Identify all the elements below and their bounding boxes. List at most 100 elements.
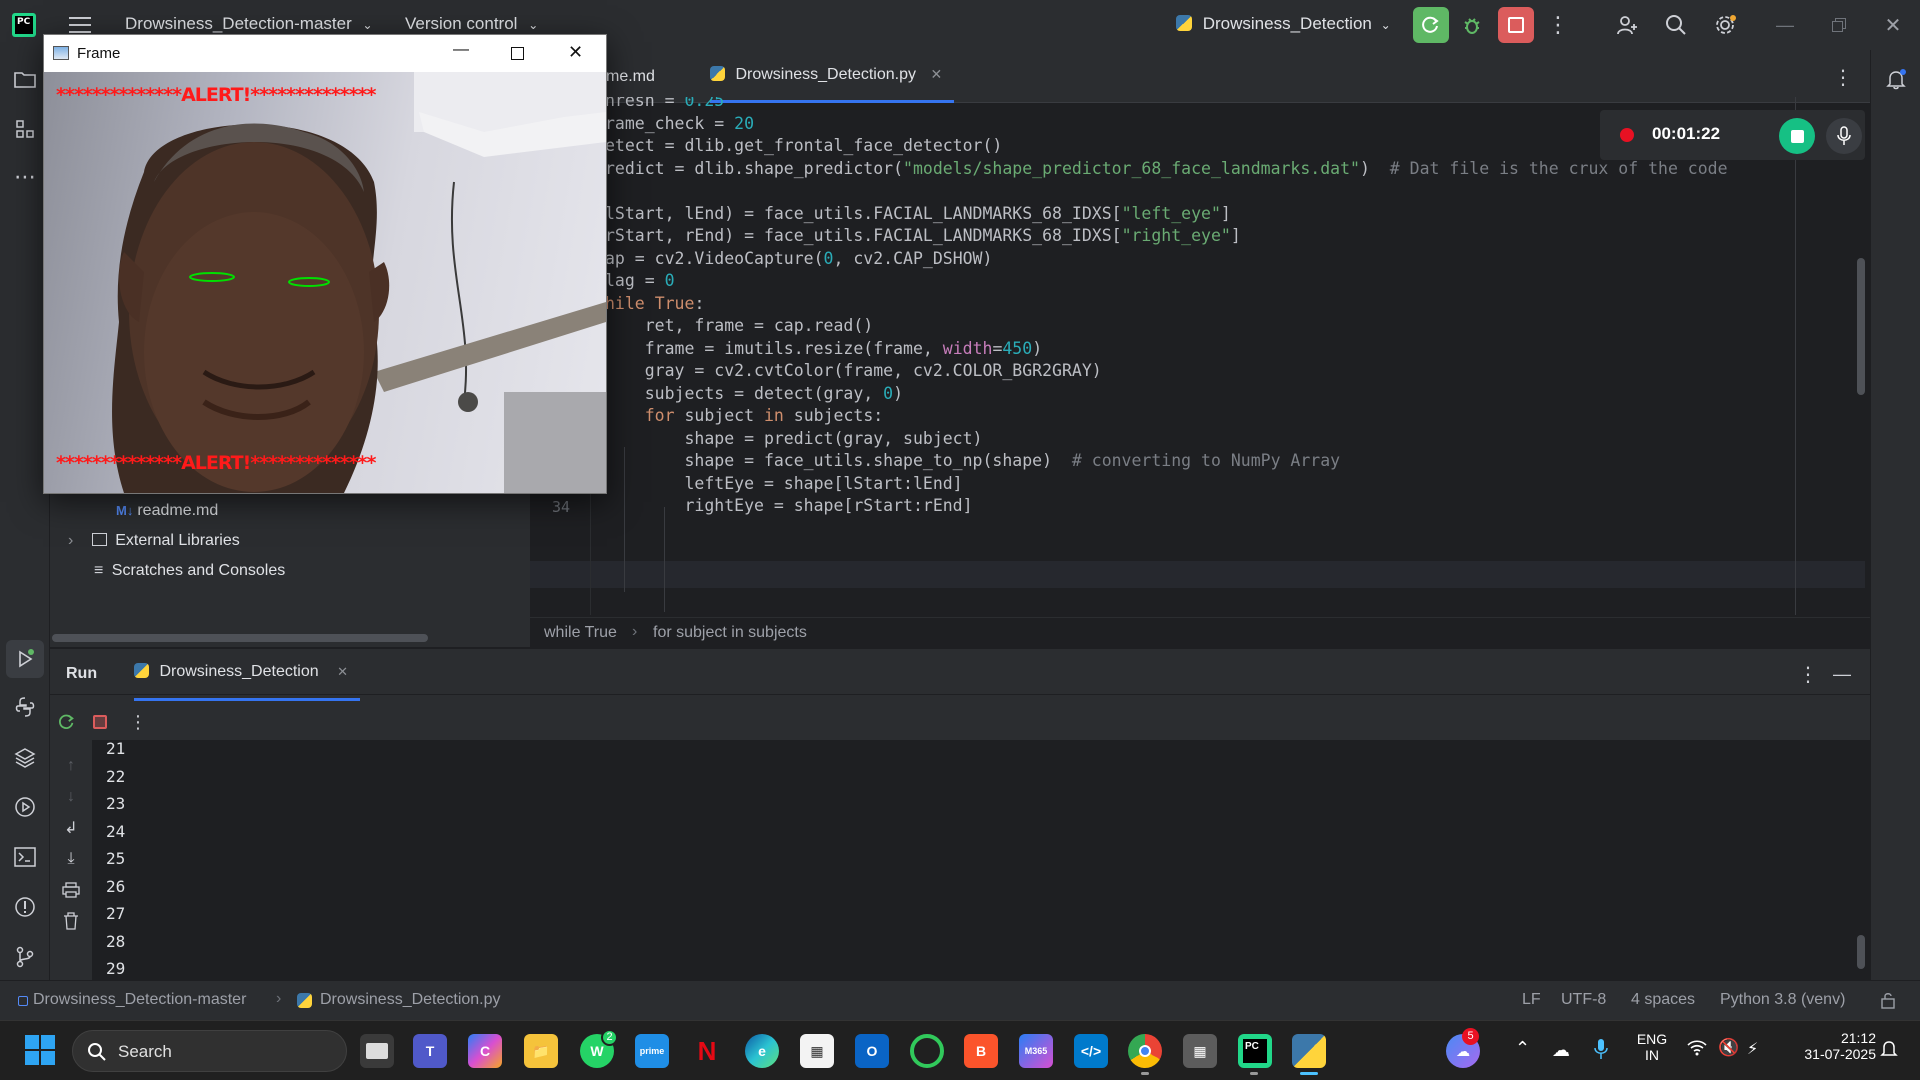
copilot-icon[interactable]: C bbox=[468, 1034, 502, 1068]
editor-options-icon[interactable]: ⋮ bbox=[1830, 62, 1856, 92]
chrome-icon[interactable] bbox=[1128, 1034, 1162, 1068]
restore-window-icon[interactable] bbox=[1824, 10, 1854, 40]
close-tab-icon[interactable]: ✕ bbox=[930, 66, 942, 82]
python-console-icon[interactable] bbox=[10, 692, 40, 722]
encoding-indicator[interactable]: UTF-8 bbox=[1561, 991, 1606, 1009]
scroll-down-icon[interactable]: ↓ bbox=[59, 786, 83, 808]
teams-icon[interactable]: T bbox=[413, 1034, 447, 1068]
show-hidden-icons-icon[interactable]: ⌃ bbox=[1515, 1038, 1530, 1059]
clear-trash-icon[interactable] bbox=[59, 910, 83, 932]
rerun-button[interactable] bbox=[1413, 7, 1449, 43]
code-line[interactable]: 30 for subject in subjects: bbox=[530, 406, 1860, 428]
debug-icon[interactable] bbox=[1457, 10, 1487, 40]
code-line[interactable]: lag = 0 bbox=[530, 271, 1860, 293]
line-separator-indicator[interactable]: LF bbox=[1522, 991, 1541, 1009]
opencv-frame-window[interactable]: Frame — ✕ **************ALERT!**********… bbox=[43, 34, 607, 494]
stop-button[interactable] bbox=[1498, 7, 1534, 43]
outlook-icon[interactable]: O bbox=[855, 1034, 889, 1068]
netflix-icon[interactable]: N bbox=[690, 1034, 724, 1068]
pycharm-logo-icon[interactable]: PC bbox=[12, 13, 36, 37]
edge-icon[interactable]: e bbox=[745, 1034, 779, 1068]
minimize-window-icon[interactable]: — bbox=[1770, 10, 1800, 40]
hide-panel-icon[interactable]: — bbox=[1830, 661, 1854, 687]
code-line[interactable]: 33 leftEye = shape[lStart:lEnd] bbox=[530, 474, 1860, 496]
more-tools-icon[interactable]: ⋯ bbox=[10, 162, 40, 192]
microphone-tray-icon[interactable] bbox=[1594, 1038, 1608, 1065]
chevron-right-icon[interactable]: › bbox=[68, 532, 73, 549]
tab-readme[interactable]: me.md bbox=[606, 68, 655, 86]
code-line[interactable] bbox=[530, 181, 1860, 203]
code-line[interactable]: 32 shape = face_utils.shape_to_np(shape)… bbox=[530, 451, 1860, 473]
close-window-icon[interactable]: ✕ bbox=[1878, 10, 1908, 40]
structure-icon[interactable] bbox=[10, 114, 40, 144]
indent-indicator[interactable]: 4 spaces bbox=[1631, 991, 1695, 1009]
language-indicator[interactable]: ENG IN bbox=[1634, 1031, 1670, 1063]
settings-gear-icon[interactable] bbox=[1710, 10, 1740, 40]
problems-icon[interactable] bbox=[10, 892, 40, 922]
status-path-file[interactable]: Drowsiness_Detection.py bbox=[320, 991, 501, 1009]
microsoft-store-icon[interactable]: ▦ bbox=[800, 1034, 834, 1068]
run-tool-icon[interactable] bbox=[6, 640, 44, 678]
editor-scrollbar[interactable] bbox=[1857, 258, 1865, 395]
notification-center-icon[interactable] bbox=[1880, 1039, 1898, 1064]
run-config-selector[interactable]: Drowsiness_Detection ⌄ bbox=[1176, 14, 1391, 34]
volume-muted-icon[interactable]: 🔇 bbox=[1718, 1038, 1739, 1058]
project-selector[interactable]: Drowsiness_Detection-master ⌄ bbox=[125, 14, 373, 34]
m365-copilot-icon[interactable]: M365 bbox=[1019, 1034, 1053, 1068]
run-tab-drowsiness-detection[interactable]: Drowsiness_Detection ✕ bbox=[134, 663, 360, 701]
rerun-icon[interactable] bbox=[54, 709, 80, 735]
stop-run-icon[interactable] bbox=[87, 709, 113, 735]
onedrive-icon[interactable]: ☁ bbox=[1552, 1040, 1570, 1061]
code-line[interactable]: lStart, lEnd) = face_utils.FACIAL_LANDMA… bbox=[530, 204, 1860, 226]
code-line[interactable]: 31 shape = predict(gray, subject) bbox=[530, 429, 1860, 451]
notifications-bell-icon[interactable] bbox=[1881, 64, 1911, 94]
scroll-to-end-icon[interactable]: ⤓ bbox=[59, 848, 83, 870]
add-user-icon[interactable] bbox=[1612, 10, 1642, 40]
code-line[interactable]: subjects = detect(gray, 0) bbox=[530, 384, 1860, 406]
code-line[interactable]: gray = cv2.cvtColor(frame, cv2.COLOR_BGR… bbox=[530, 361, 1860, 383]
calculator-icon[interactable]: ▦ bbox=[1183, 1034, 1217, 1068]
project-item-external-libraries[interactable]: › External Libraries bbox=[68, 532, 240, 550]
frame-titlebar[interactable]: Frame — ✕ bbox=[44, 35, 606, 72]
project-folder-icon[interactable] bbox=[10, 64, 40, 94]
breadcrumb-item[interactable]: for subject in subjects bbox=[653, 624, 807, 642]
scroll-up-icon[interactable]: ↑ bbox=[59, 755, 83, 777]
lock-icon[interactable] bbox=[1880, 991, 1896, 1014]
breadcrumb-item[interactable]: while True bbox=[544, 624, 617, 642]
code-line[interactable]: frame = imutils.resize(frame, width=450) bbox=[530, 339, 1860, 361]
code-area[interactable]: hresh = 0.25 rame_check = 20 etect = dlib.… bbox=[530, 97, 1870, 615]
project-item-readme[interactable]: M↓ readme.md bbox=[116, 502, 218, 520]
frame-close-icon[interactable]: ✕ bbox=[568, 42, 583, 63]
project-item-scratches[interactable]: ≡ Scratches and Consoles bbox=[94, 562, 285, 580]
services-icon[interactable] bbox=[10, 792, 40, 822]
status-path-project[interactable]: Drowsiness_Detection-master bbox=[33, 991, 246, 1009]
code-line[interactable]: hile True: bbox=[530, 294, 1860, 316]
code-line[interactable]: 34 rightEye = shape[rStart:rEnd] bbox=[530, 496, 1860, 518]
run-console-output[interactable]: 21 22 23 24 25 26 27 28 29 bbox=[92, 739, 1870, 980]
code-line[interactable]: redict = dlib.shape_predictor("models/sh… bbox=[530, 159, 1860, 181]
vcs-selector[interactable]: Version control ⌄ bbox=[405, 14, 538, 34]
code-line[interactable]: rStart, rEnd) = face_utils.FACIAL_LANDMA… bbox=[530, 226, 1860, 248]
code-line[interactable]: ret, frame = cap.read() bbox=[530, 316, 1860, 338]
microphone-icon[interactable] bbox=[1826, 118, 1862, 154]
close-tab-icon[interactable]: ✕ bbox=[337, 664, 348, 679]
search-icon[interactable] bbox=[1661, 10, 1691, 40]
print-icon[interactable] bbox=[59, 879, 83, 901]
prime-video-icon[interactable]: prime bbox=[635, 1034, 669, 1068]
battery-icon[interactable]: ⚡ bbox=[1747, 1039, 1758, 1059]
stop-recording-button[interactable] bbox=[1779, 118, 1815, 154]
windows-start-icon[interactable] bbox=[25, 1035, 55, 1065]
run-more-icon[interactable]: ⋮ bbox=[128, 709, 148, 735]
frame-minimize-icon[interactable]: — bbox=[453, 41, 469, 59]
taskbar-search-box[interactable]: Search bbox=[72, 1030, 347, 1072]
layers-icon[interactable] bbox=[10, 742, 40, 772]
git-branch-icon[interactable] bbox=[10, 942, 40, 972]
interpreter-indicator[interactable]: Python 3.8 (venv) bbox=[1720, 991, 1845, 1009]
code-line[interactable]: ap = cv2.VideoCapture(0, cv2.CAP_DSHOW) bbox=[530, 249, 1860, 271]
console-scrollbar[interactable] bbox=[1857, 935, 1865, 969]
refresh-app-icon[interactable] bbox=[910, 1034, 944, 1068]
brave-icon[interactable]: B bbox=[964, 1034, 998, 1068]
more-actions-icon[interactable]: ⋮ bbox=[1545, 10, 1571, 40]
wifi-icon[interactable] bbox=[1687, 1040, 1707, 1061]
project-horizontal-scrollbar[interactable] bbox=[52, 634, 428, 642]
